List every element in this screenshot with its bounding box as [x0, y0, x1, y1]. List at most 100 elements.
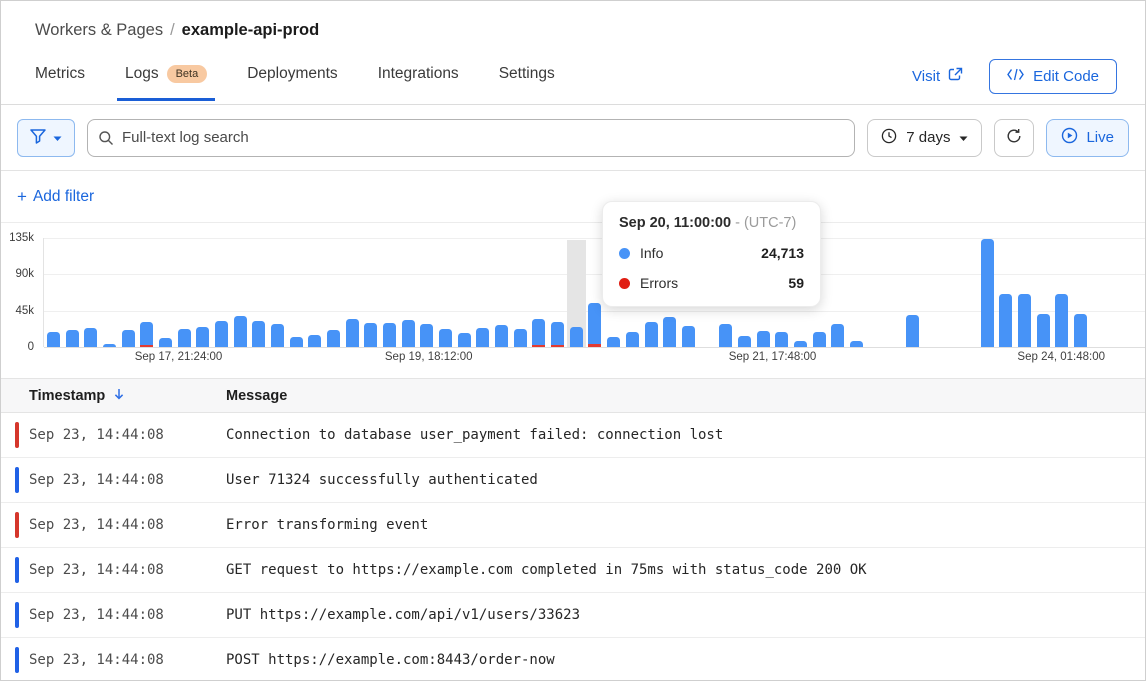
chart-bar[interactable]: [308, 335, 321, 347]
tab-label: Metrics: [35, 65, 85, 83]
search-icon: [98, 130, 114, 146]
table-row[interactable]: Sep 23, 14:44:08User 71324 successfully …: [1, 458, 1145, 503]
filter-dropdown-button[interactable]: [17, 119, 75, 157]
add-filter-label: Add filter: [33, 188, 94, 206]
chart-bar[interactable]: [364, 323, 377, 347]
chart-baseline: [44, 347, 1145, 348]
plus-icon: +: [17, 187, 27, 207]
chart-slot: [140, 238, 153, 347]
tab-integrations[interactable]: Integrations: [370, 59, 467, 101]
chart-bar[interactable]: [178, 329, 191, 347]
breadcrumb-section[interactable]: Workers & Pages: [35, 21, 163, 39]
table-row[interactable]: Sep 23, 14:44:08Connection to database u…: [1, 413, 1145, 458]
chart-bar[interactable]: [140, 322, 153, 347]
chart-slot: [1111, 238, 1124, 347]
chart-bar[interactable]: [570, 327, 583, 347]
chart-bar[interactable]: [234, 316, 247, 347]
refresh-button[interactable]: [994, 119, 1034, 157]
chart-slot: [925, 238, 938, 347]
chart-bar[interactable]: [738, 336, 751, 347]
chart-bar[interactable]: [66, 330, 79, 347]
chart-slot: [234, 238, 247, 347]
visit-link[interactable]: Visit: [912, 67, 963, 86]
chart-bar[interactable]: [402, 320, 415, 347]
chart-slot: [1055, 238, 1068, 347]
tab-metrics[interactable]: Metrics: [27, 59, 93, 101]
chart-slot: [532, 238, 545, 347]
chart-bar[interactable]: [476, 328, 489, 347]
chart-slot: [178, 238, 191, 347]
chart-bar[interactable]: [1037, 314, 1050, 347]
chart-bar[interactable]: [981, 239, 994, 347]
chart-bar[interactable]: [383, 323, 396, 347]
chart-slot: [383, 238, 396, 347]
chart-bar[interactable]: [290, 337, 303, 347]
chart-bar[interactable]: [645, 322, 658, 347]
chart-slot: [364, 238, 377, 347]
chart-bar[interactable]: [794, 341, 807, 347]
chart-bar[interactable]: [122, 330, 135, 347]
live-button[interactable]: Live: [1046, 119, 1129, 157]
tab-label: Settings: [499, 65, 555, 83]
tab-settings[interactable]: Settings: [491, 59, 563, 101]
chart-bar[interactable]: [215, 321, 228, 347]
chart-bar[interactable]: [813, 332, 826, 347]
chart-bar[interactable]: [663, 317, 676, 347]
edit-code-button[interactable]: Edit Code: [989, 59, 1117, 94]
chart-bar[interactable]: [551, 322, 564, 347]
legend-dot-errors: [619, 278, 630, 289]
chart-bar[interactable]: [159, 338, 172, 347]
table-body: Sep 23, 14:44:08Connection to database u…: [1, 413, 1145, 681]
chart-bar[interactable]: [196, 327, 209, 347]
table-row[interactable]: Sep 23, 14:44:08GET request to https://e…: [1, 548, 1145, 593]
chart-bar[interactable]: [103, 344, 116, 347]
chart-bar[interactable]: [1074, 314, 1087, 347]
chart-bar[interactable]: [906, 315, 919, 347]
chart-x-axis: Sep 17, 21:24:00Sep 19, 18:12:00Sep 21, …: [43, 351, 1145, 367]
tab-logs[interactable]: LogsBeta: [117, 59, 215, 101]
tooltip-rows: Info24,713Errors59: [619, 245, 804, 291]
chart-bar[interactable]: [588, 303, 601, 347]
chart-slot: [869, 238, 882, 347]
chart-bar[interactable]: [607, 337, 620, 347]
chart-bar[interactable]: [999, 294, 1012, 347]
chart-bar[interactable]: [626, 332, 639, 347]
column-header-message[interactable]: Message: [226, 388, 287, 404]
chart-bar[interactable]: [719, 324, 732, 347]
chart-bar[interactable]: [327, 330, 340, 347]
add-filter-button[interactable]: + Add filter: [17, 187, 94, 207]
log-timestamp: Sep 23, 14:44:08: [29, 607, 226, 623]
header-actions: Visit Edit Code: [912, 59, 1117, 94]
log-volume-chart: 135k90k45k0 Sep 17, 21:24:00Sep 19, 18:1…: [1, 223, 1145, 373]
chart-bar[interactable]: [271, 324, 284, 347]
search-input[interactable]: [87, 119, 855, 157]
table-row[interactable]: Sep 23, 14:44:08Error transforming event: [1, 503, 1145, 548]
chart-bar[interactable]: [458, 333, 471, 347]
chart-bar[interactable]: [1018, 294, 1031, 347]
chart-bar[interactable]: [775, 332, 788, 347]
time-range-dropdown[interactable]: 7 days: [867, 119, 982, 157]
timestamp-header-label: Timestamp: [29, 388, 105, 404]
chart-bar-error-segment: [140, 345, 153, 347]
chart-bar[interactable]: [47, 332, 60, 347]
chart-bar[interactable]: [757, 331, 770, 347]
chart-bar[interactable]: [682, 326, 695, 347]
filter-bar: 7 days Live: [1, 105, 1145, 171]
chart-bar[interactable]: [84, 328, 97, 347]
chart-bar[interactable]: [514, 329, 527, 347]
breadcrumb-separator: /: [170, 21, 175, 39]
table-row[interactable]: Sep 23, 14:44:08PUT https://example.com/…: [1, 593, 1145, 638]
chart-bar[interactable]: [439, 329, 452, 347]
chart-bar[interactable]: [495, 325, 508, 347]
chart-bar[interactable]: [532, 319, 545, 347]
column-header-timestamp[interactable]: Timestamp: [29, 387, 226, 405]
chart-bar[interactable]: [252, 321, 265, 347]
chart-bar[interactable]: [831, 324, 844, 347]
chart-slot: [122, 238, 135, 347]
tab-deployments[interactable]: Deployments: [239, 59, 345, 101]
table-row[interactable]: Sep 23, 14:44:08POST https://example.com…: [1, 638, 1145, 681]
chart-bar[interactable]: [1055, 294, 1068, 347]
chart-bar[interactable]: [420, 324, 433, 347]
chart-bar[interactable]: [346, 319, 359, 347]
chart-bar[interactable]: [850, 341, 863, 347]
